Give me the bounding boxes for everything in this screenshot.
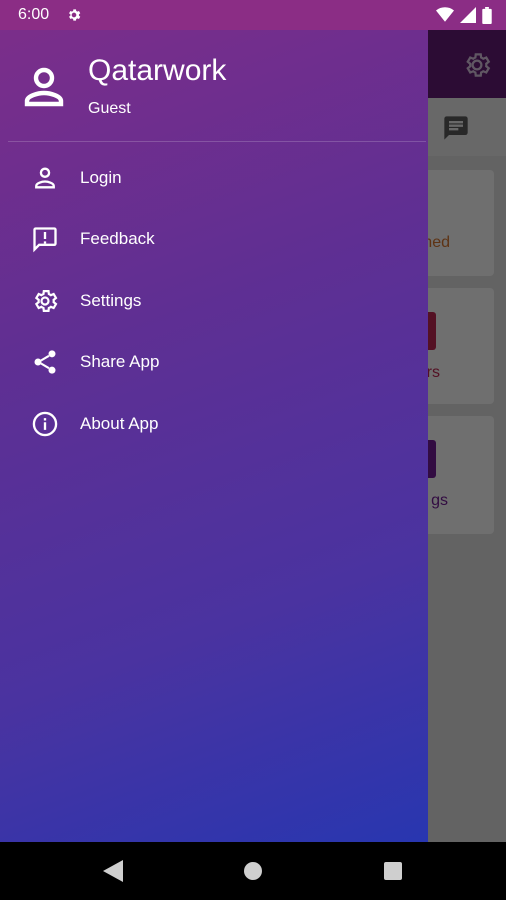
- share-icon: [34, 350, 56, 374]
- battery-icon: [482, 6, 492, 24]
- settings-icon: [69, 9, 81, 21]
- person-outline-icon: [35, 167, 55, 189]
- menu-item-settings[interactable]: Settings: [0, 270, 428, 332]
- menu-item-feedback[interactable]: Feedback: [0, 209, 428, 271]
- recents-icon: [384, 862, 402, 880]
- info-icon: [32, 411, 58, 436]
- menu-item-login[interactable]: Login: [0, 147, 428, 209]
- back-button[interactable]: [100, 858, 126, 884]
- recents-button[interactable]: [380, 858, 406, 884]
- app-name: Qatarwork: [88, 54, 227, 87]
- menu-item-share-app[interactable]: Share App: [0, 332, 428, 394]
- drawer-header: Qatarwork Guest: [0, 30, 428, 142]
- person-icon: [24, 67, 64, 107]
- home-button[interactable]: [240, 858, 266, 884]
- menu-item-label: Feedback: [80, 229, 155, 249]
- divider: [8, 141, 426, 142]
- menu-item-label: Settings: [80, 290, 142, 310]
- menu-item-label: Login: [80, 167, 122, 187]
- user-role: Guest: [88, 100, 131, 117]
- signal-icon: [460, 7, 476, 23]
- status-bar: 6:00: [0, 0, 506, 30]
- menu-item-label: About App: [80, 413, 159, 433]
- navigation-drawer: Qatarwork Guest Login Feedback Settings: [0, 30, 428, 842]
- status-icons: [436, 6, 492, 24]
- back-icon: [103, 860, 123, 882]
- drawer-menu: Login Feedback Settings Share App About …: [0, 147, 428, 455]
- menu-item-about-app[interactable]: About App: [0, 393, 428, 455]
- menu-item-label: Share App: [80, 352, 160, 372]
- system-nav-bar: [0, 842, 506, 900]
- feedback-icon: [33, 227, 57, 253]
- status-time: 6:00: [18, 6, 50, 23]
- gear-icon: [34, 289, 58, 312]
- wifi-icon: [436, 7, 454, 22]
- home-icon: [244, 862, 262, 880]
